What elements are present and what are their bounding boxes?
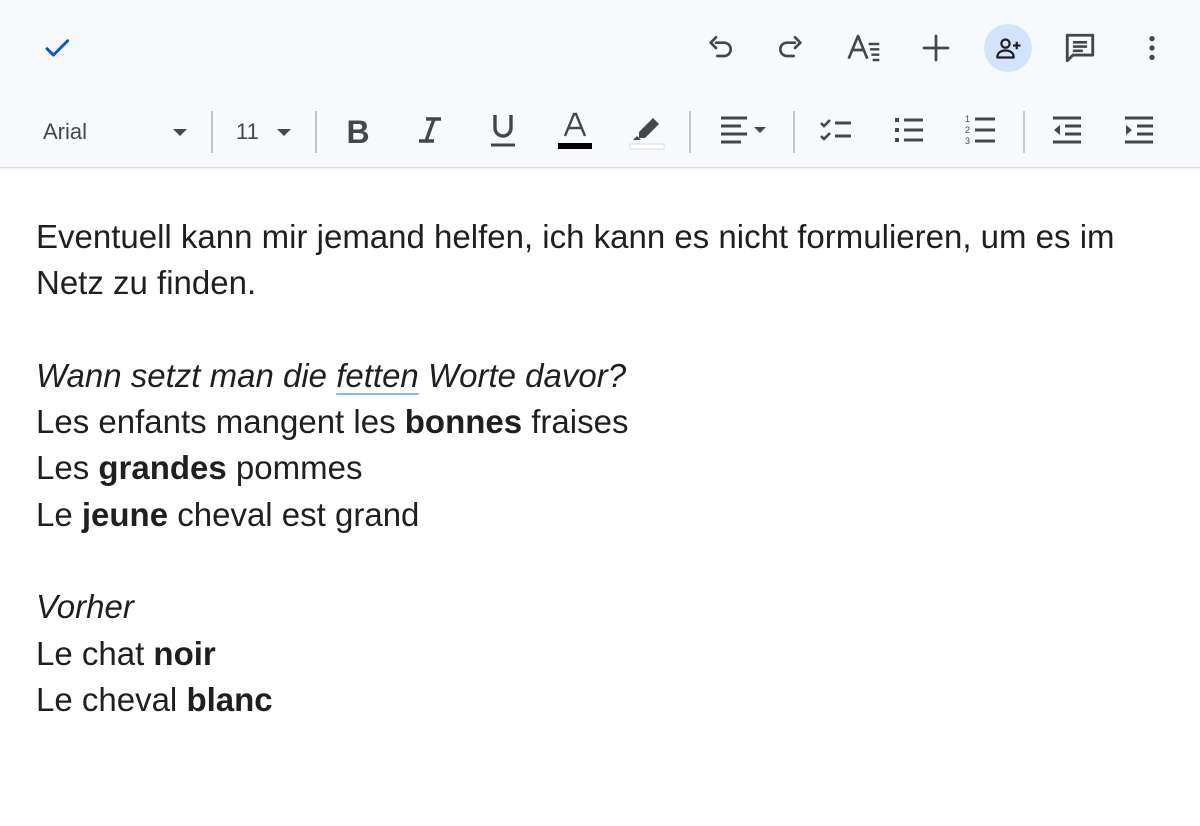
align-button[interactable] <box>716 108 772 156</box>
redo-button[interactable] <box>767 24 815 72</box>
example-text: cheval est grand <box>168 495 420 533</box>
bold-word: noir <box>153 634 216 672</box>
vorher-heading: Vorher <box>36 584 1166 630</box>
share-button[interactable] <box>984 24 1032 72</box>
chevron-down-icon <box>274 124 294 145</box>
example-line: Le cheval blanc <box>36 677 1166 723</box>
text-format-icon <box>846 32 882 64</box>
insert-button[interactable] <box>912 24 960 72</box>
svg-text:2: 2 <box>965 125 970 135</box>
toolbar-divider <box>315 111 317 153</box>
highlight-color-button[interactable] <box>623 108 671 156</box>
bold-word: blanc <box>186 680 273 718</box>
example-text: Les enfants mangent les <box>36 403 405 441</box>
question-text: Wann setzt man die <box>36 356 337 394</box>
example-text: Le <box>36 495 82 533</box>
checklist-icon <box>819 116 853 149</box>
toolbar-divider <box>793 111 795 153</box>
italic-button[interactable] <box>406 108 454 156</box>
example-text: Le chat <box>36 634 154 672</box>
example-line: Le chat noir <box>36 631 1166 677</box>
bold-word: bonnes <box>404 403 523 441</box>
underline-button[interactable] <box>479 108 527 156</box>
example-line: Les enfants mangent les bonnes fraises <box>36 399 1166 445</box>
bulleted-list-icon <box>894 115 924 150</box>
increase-indent-icon <box>1123 115 1155 150</box>
text-color-button[interactable] <box>551 108 599 156</box>
example-text: Les <box>36 449 99 487</box>
text-format-button[interactable] <box>840 24 888 72</box>
bold-label: B <box>346 114 370 150</box>
vorher-text: Vorher <box>36 588 134 626</box>
bold-button[interactable]: B <box>334 108 382 156</box>
font-size-dropdown[interactable]: 11 <box>226 110 302 154</box>
svg-text:1: 1 <box>965 114 970 124</box>
question-text: Worte davor? <box>418 356 627 394</box>
text-color-icon <box>555 110 595 155</box>
decrease-indent-button[interactable] <box>1043 108 1091 156</box>
redo-icon <box>775 32 807 64</box>
toolbar-divider <box>689 111 691 153</box>
highlight-marker-icon <box>627 110 667 155</box>
comments-button[interactable] <box>1056 24 1104 72</box>
bulleted-list-button[interactable] <box>885 108 933 156</box>
decrease-indent-icon <box>1051 115 1083 150</box>
toolbar-divider <box>211 111 213 153</box>
document-body[interactable]: Eventuell kann mir jemand helfen, ich ka… <box>36 214 1166 723</box>
italic-icon <box>415 114 445 151</box>
svg-text:3: 3 <box>965 136 970 146</box>
example-line: Les grandes pommes <box>36 445 1166 491</box>
checklist-button[interactable] <box>812 108 860 156</box>
font-size-value: 11 <box>236 119 259 144</box>
paragraph-intro: Eventuell kann mir jemand helfen, ich ka… <box>36 218 1115 302</box>
numbered-list-icon: 123 <box>965 113 997 152</box>
numbered-list-button[interactable]: 123 <box>957 108 1005 156</box>
spellcheck-word[interactable]: fetten <box>336 357 419 394</box>
example-line: Le jeune cheval est grand <box>36 492 1166 538</box>
top-app-bar <box>0 0 1200 96</box>
comment-icon <box>1063 31 1097 65</box>
font-family-dropdown[interactable]: Arial <box>28 110 196 154</box>
chevron-down-icon <box>170 124 190 145</box>
bold-word: jeune <box>81 495 169 533</box>
toolbar-divider <box>1023 111 1025 153</box>
more-options-button[interactable] <box>1128 24 1176 72</box>
question-line: Wann setzt man die fetten Worte davor? <box>36 353 1166 399</box>
add-icon <box>920 32 952 64</box>
increase-indent-button[interactable] <box>1115 108 1163 156</box>
example-text: Le cheval <box>36 680 187 718</box>
example-text: pommes <box>226 449 363 487</box>
done-button[interactable] <box>33 24 81 72</box>
underline-icon <box>488 112 518 153</box>
font-family-value: Arial <box>43 119 88 144</box>
example-text: fraises <box>522 403 629 441</box>
undo-button[interactable] <box>696 24 744 72</box>
align-left-icon <box>718 114 770 151</box>
check-icon <box>41 32 73 64</box>
more-vert-icon <box>1136 32 1168 64</box>
bold-word: grandes <box>98 449 227 487</box>
add-person-icon <box>993 33 1023 63</box>
undo-icon <box>704 32 736 64</box>
